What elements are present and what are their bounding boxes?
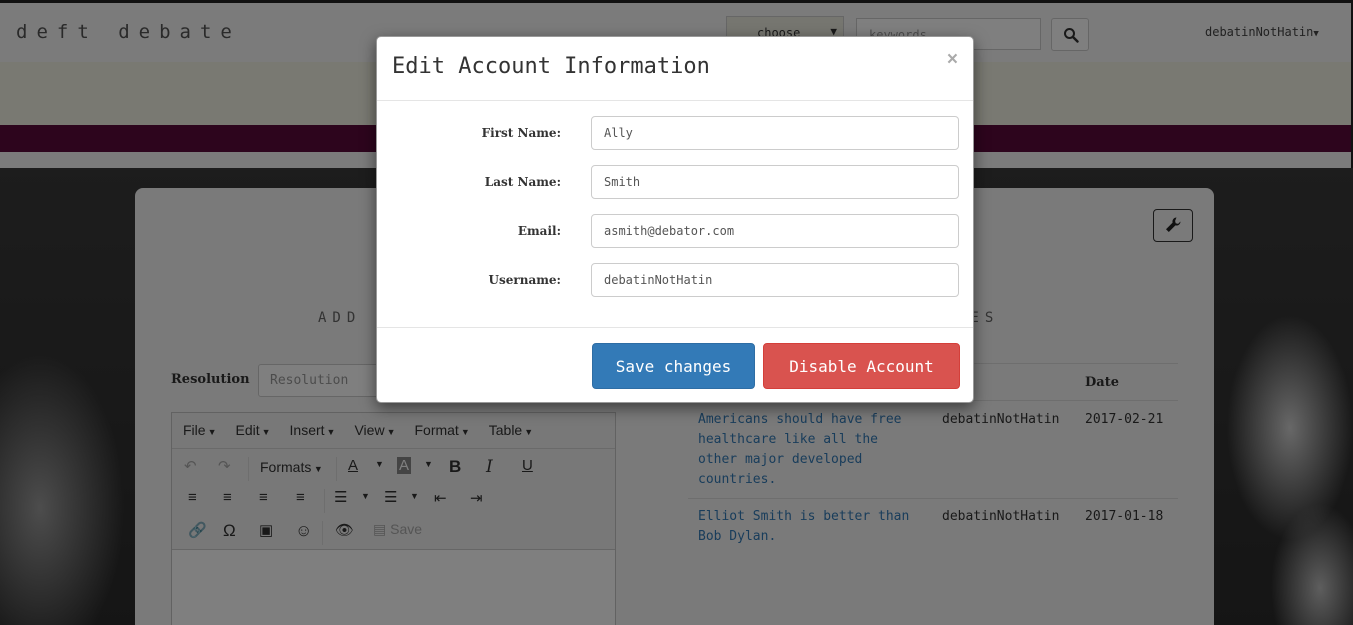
close-icon[interactable]: × (947, 49, 958, 71)
last-name-field[interactable]: Smith (591, 165, 959, 199)
modal-header-divider (377, 100, 973, 101)
edit-account-modal: Edit Account Information × First Name: A… (376, 36, 974, 403)
modal-footer-divider (377, 327, 973, 328)
username-label: Username: (488, 273, 561, 287)
first-name-field[interactable]: Ally (591, 116, 959, 150)
email-field[interactable]: asmith@debator.com (591, 214, 959, 248)
page: deft debate choose ▼ keywords debatinNot… (0, 0, 1353, 625)
disable-account-button[interactable]: Disable Account (763, 343, 960, 389)
modal-title: Edit Account Information (392, 54, 710, 79)
save-changes-button[interactable]: Save changes (592, 343, 755, 389)
last-name-label: Last Name: (484, 175, 561, 189)
username-field[interactable]: debatinNotHatin (591, 263, 959, 297)
first-name-label: First Name: (481, 126, 561, 140)
email-label: Email: (517, 224, 561, 238)
